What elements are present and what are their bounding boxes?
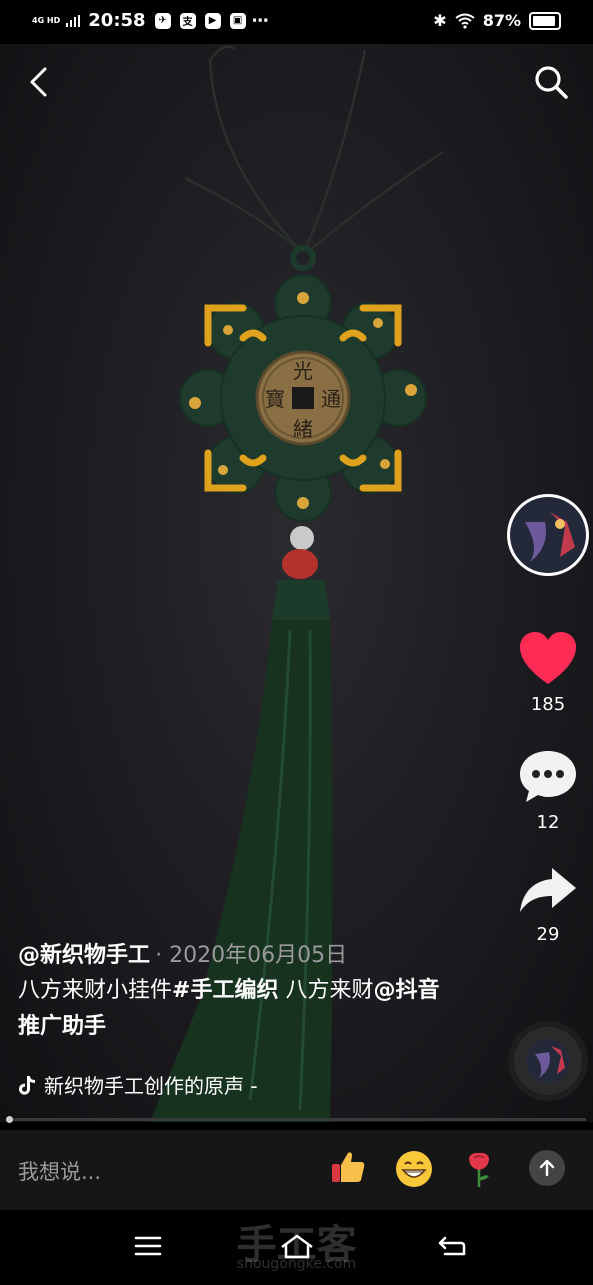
comment-bar: 我想说... [0, 1130, 593, 1210]
like-count: 185 [530, 694, 566, 715]
svg-text:寶: 寶 [265, 387, 285, 411]
system-nav-bar: 手工客 shougongke.com [0, 1210, 593, 1285]
post-date-separator: · [155, 943, 170, 968]
signal-icon [66, 14, 81, 27]
video-caption: @新织物手工 · 2020年06月05日 八方来财小挂件#手工编织 八方来财@抖… [18, 937, 448, 1045]
video-description: 八方来财小挂件#手工编织 八方来财@抖音推广助手 [18, 973, 448, 1045]
search-icon [535, 66, 568, 99]
status-bar: 4G HD 20:58 ✈ 支 ▶ ▣ ⋯ ✱ 87% [0, 0, 593, 44]
author-name[interactable]: @新织物手工 [18, 943, 150, 968]
search-button[interactable] [531, 62, 571, 102]
hashtag-link[interactable]: #手工编织 [172, 978, 278, 1003]
avatar [507, 494, 589, 576]
gallery-icon: ▣ [229, 12, 246, 29]
desc-text-2: 八方来财 [278, 978, 374, 1003]
grin-face-icon [396, 1151, 432, 1187]
music-disc-icon [508, 1021, 588, 1101]
music-disc-button[interactable] [503, 1020, 593, 1106]
share-arrow-icon [520, 868, 576, 912]
battery-icon [529, 11, 561, 30]
grin-emoji-button[interactable] [395, 1150, 433, 1197]
clock: 20:58 [88, 10, 146, 31]
progress-handle[interactable] [6, 1116, 13, 1123]
music-title: 新织物手工创作的原声 - [44, 1074, 258, 1098]
status-left: 4G HD 20:58 ✈ 支 ▶ ▣ ⋯ [32, 10, 269, 31]
more-notifications-icon: ⋯ [251, 10, 269, 31]
video-progress-bar[interactable] [6, 1116, 586, 1123]
wifi-icon [455, 13, 475, 29]
like-button[interactable]: 185 [503, 630, 593, 715]
video-app-icon: ▶ [204, 12, 221, 29]
network-indicator: 4G HD [32, 15, 61, 25]
thumbs-up-icon [332, 1152, 365, 1182]
share-button[interactable]: 29 [503, 866, 593, 945]
up-arrow-icon [539, 1159, 555, 1177]
svg-text:光: 光 [293, 359, 313, 383]
comment-bubble-icon [520, 751, 576, 802]
rose-emoji-button[interactable] [465, 1150, 493, 1197]
back-button[interactable] [18, 62, 58, 102]
alipay-icon: 支 [179, 12, 196, 29]
comment-count: 12 [536, 812, 560, 833]
desc-text: 八方来财小挂件 [18, 978, 173, 1003]
back-arrow-icon [30, 67, 47, 97]
comment-button[interactable]: 12 [503, 748, 593, 833]
svg-text:通: 通 [321, 387, 341, 411]
send-comment-button[interactable] [529, 1150, 565, 1186]
watermark-url: shougongke.com [236, 1256, 357, 1272]
author-avatar[interactable] [503, 492, 593, 582]
music-info[interactable]: 新织物手工创作的原声 - [18, 1070, 258, 1099]
post-date: 2020年06月05日 [169, 943, 348, 968]
svg-text:緒: 緒 [293, 417, 313, 441]
status-right: ✱ 87% [433, 11, 561, 30]
heart-icon [520, 632, 576, 684]
compass-icon: ✈ [154, 12, 171, 29]
thumbs-up-emoji-button[interactable] [330, 1150, 366, 1193]
battery-percent: 87% [482, 11, 521, 30]
rose-icon [469, 1152, 489, 1187]
tiktok-note-icon [19, 1075, 35, 1095]
bluetooth-icon: ✱ [433, 11, 447, 30]
share-count: 29 [536, 924, 560, 945]
comment-input[interactable]: 我想说... [18, 1156, 101, 1186]
